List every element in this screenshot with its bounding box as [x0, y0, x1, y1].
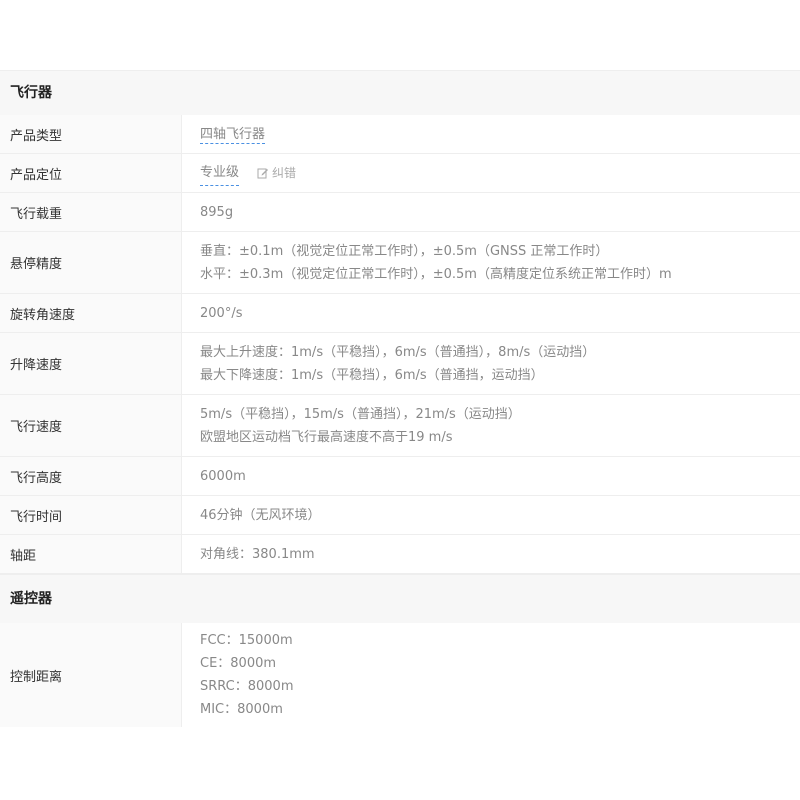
spec-label: 升降速度 — [0, 333, 182, 394]
spec-row-control-range: 控制距离 FCC：15000m CE：8000m SRRC：8000m MIC：… — [0, 623, 800, 727]
spec-value-line: CE：8000m — [200, 656, 277, 671]
spec-value-line: 水平：±0.3m（视觉定位正常工作时），±0.5m（高精度定位系统正常工作时）m — [200, 266, 672, 282]
section-title-remote: 遥控器 — [0, 574, 800, 623]
spec-value: 895g — [200, 204, 234, 220]
spec-value-line: SRRC：8000m — [200, 679, 294, 694]
spec-label: 轴距 — [0, 535, 182, 573]
edit-icon — [257, 168, 269, 179]
spec-label: 产品类型 — [0, 115, 182, 153]
spec-value: 6000m — [200, 468, 246, 484]
spec-value-line: MIC：8000m — [200, 702, 283, 717]
spec-label: 飞行速度 — [0, 395, 182, 456]
spec-row-angular-speed: 旋转角速度 200°/s — [0, 294, 800, 333]
spec-row-payload: 飞行载重 895g — [0, 193, 800, 232]
spec-value: 200°/s — [200, 305, 243, 321]
spec-value: 46分钟（无风环境） — [200, 507, 321, 523]
spec-value-line: 5m/s（平稳挡），15m/s（普通挡），21m/s（运动挡） — [200, 406, 521, 422]
spec-value-line: 欧盟地区运动档飞行最高速度不高于19 m/s — [200, 429, 453, 445]
spec-row-product-type: 产品类型 四轴飞行器 — [0, 115, 800, 154]
spec-row-climb-speed: 升降速度 最大上升速度：1m/s（平稳挡），6m/s（普通挡），8m/s（运动挡… — [0, 333, 800, 395]
spec-value-line: FCC：15000m — [200, 633, 293, 648]
spec-label: 控制距离 — [0, 623, 182, 727]
correction-button[interactable]: 纠错 — [257, 162, 296, 185]
spec-row-flight-time: 飞行时间 46分钟（无风环境） — [0, 496, 800, 535]
spec-value-line: 最大下降速度：1m/s（平稳挡），6m/s（普通挡，运动挡） — [200, 367, 544, 383]
spec-value-line: 最大上升速度：1m/s（平稳挡），6m/s（普通挡），8m/s（运动挡） — [200, 344, 596, 360]
spec-label: 飞行高度 — [0, 457, 182, 495]
product-type-link[interactable]: 四轴飞行器 — [200, 126, 266, 144]
spec-row-wheelbase: 轴距 对角线：380.1mm — [0, 535, 800, 574]
spec-label: 旋转角速度 — [0, 294, 182, 332]
spec-label: 飞行载重 — [0, 193, 182, 231]
spec-value: 对角线：380.1mm — [200, 546, 315, 562]
spec-label: 飞行时间 — [0, 496, 182, 534]
section-title-aircraft: 飞行器 — [0, 70, 800, 115]
spec-row-hover-accuracy: 悬停精度 垂直：±0.1m（视觉定位正常工作时），±0.5m（GNSS 正常工作… — [0, 232, 800, 294]
positioning-link[interactable]: 专业级 — [200, 161, 240, 186]
spec-label: 悬停精度 — [0, 232, 182, 293]
spec-value-line: 垂直：±0.1m（视觉定位正常工作时），±0.5m（GNSS 正常工作时） — [200, 243, 609, 259]
spec-label: 产品定位 — [0, 154, 182, 192]
spec-row-flight-speed: 飞行速度 5m/s（平稳挡），15m/s（普通挡），21m/s（运动挡） 欧盟地… — [0, 395, 800, 457]
spec-row-positioning: 产品定位 专业级 纠错 — [0, 154, 800, 193]
spec-table: 飞行器 产品类型 四轴飞行器 产品定位 专业级 纠错 飞行载重 895g 悬停精… — [0, 70, 800, 727]
spec-row-altitude: 飞行高度 6000m — [0, 457, 800, 496]
correction-label: 纠错 — [272, 165, 297, 180]
